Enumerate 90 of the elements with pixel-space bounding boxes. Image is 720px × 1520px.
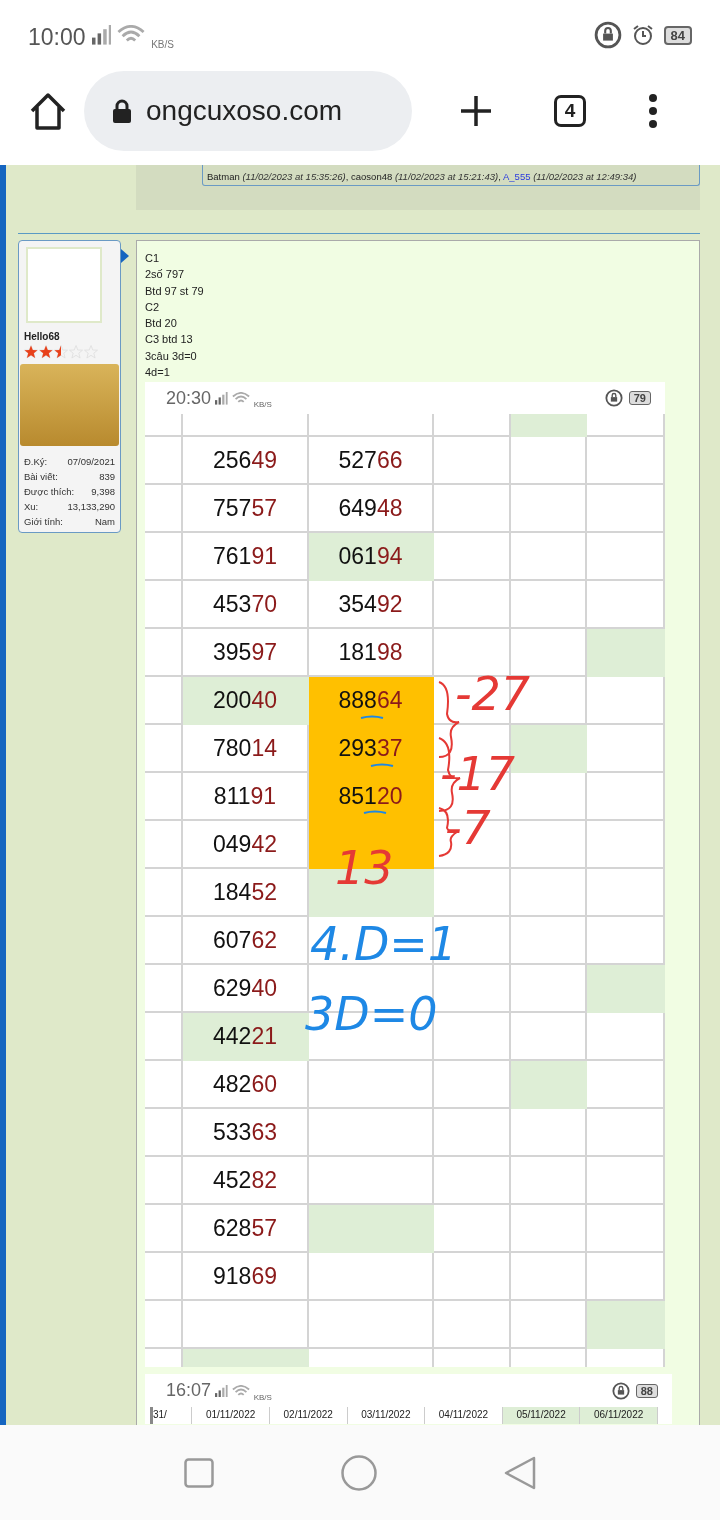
user-name: caoson48 — [351, 171, 393, 182]
table-cell-text: 91869 — [212, 1261, 278, 1291]
date-header: 05/11/2022 — [502, 1407, 581, 1425]
stat-label: Giới tính: — [24, 516, 63, 527]
status-time: 16:07 — [166, 1380, 212, 1402]
table-cell-text: 04942 — [212, 829, 278, 859]
underline-mark — [360, 715, 384, 721]
stat-label: Xu: — [24, 501, 39, 512]
table-cell-text: 18198 — [337, 637, 404, 667]
post-text-line: 2số 797 — [145, 267, 186, 283]
tab-count-button[interactable]: 4 — [554, 94, 586, 127]
handwritten-note: 4.D=1 — [310, 924, 458, 966]
underline-mark — [370, 763, 394, 769]
table-cell-text: 39597 — [212, 637, 278, 667]
menu-icon[interactable] — [648, 93, 658, 128]
pointer-arrow-icon — [121, 249, 129, 263]
stat-value: 9,398 — [91, 486, 115, 497]
table-cell-text: 62940 — [212, 973, 278, 1003]
stat-label: Được thích: — [24, 486, 75, 497]
stat-value: 13,133,290 — [67, 501, 115, 512]
signal-icon — [215, 1384, 228, 1398]
rotation-lock-icon — [604, 389, 623, 408]
like-time: (11/02/2023 at 15:35:26), — [242, 171, 349, 182]
stat-value: 07/09/2021 — [67, 456, 115, 467]
wifi-icon — [231, 1384, 250, 1398]
post-text-line: 4d=1 — [145, 365, 171, 381]
table-cell-text: 62857 — [212, 1213, 278, 1243]
handwritten-note: -27 — [455, 674, 531, 716]
post-text-line: C2 — [145, 299, 161, 315]
date-header: 01/11/2022 — [192, 1407, 270, 1425]
post-text-line: C3 btd 13 — [145, 332, 194, 348]
date-header: 04/11/2022 — [425, 1407, 503, 1425]
table-cell: 85120 — [309, 773, 434, 822]
table-cell-text: 35492 — [337, 589, 404, 619]
table-cell: 06194 — [309, 533, 434, 582]
post-text-line: C1 — [145, 251, 161, 266]
table-cell-text: 53363 — [212, 1117, 278, 1147]
post-text-line: Btd 20 — [145, 316, 178, 332]
network-speed-unit: KB/S — [253, 400, 272, 410]
table-cell-text: 81191 — [212, 781, 278, 811]
signal-icon — [91, 25, 112, 45]
back-icon[interactable] — [504, 1455, 537, 1490]
user-name: Batman — [207, 171, 240, 182]
battery-level: 84 — [663, 25, 692, 45]
lock-icon — [112, 98, 132, 123]
rotation-lock-icon — [611, 1381, 630, 1400]
stat-value: 839 — [99, 471, 115, 482]
underline-mark — [363, 810, 387, 816]
table-cell-text: 75757 — [212, 493, 278, 523]
like-time: (11/02/2023 at 15:21:43), — [394, 171, 501, 182]
table-cell-text: 52766 — [337, 445, 404, 475]
table-cell: 29337 — [309, 725, 434, 774]
stat-label: Bài viết: — [24, 471, 58, 482]
table-cell-text: 25649 — [212, 445, 278, 475]
stat-value: Nam — [94, 516, 115, 527]
table-cell-text: 45370 — [212, 589, 278, 619]
wifi-icon — [231, 392, 250, 405]
url-text: ongcuxoso.com — [146, 94, 343, 127]
like-time: (11/02/2023 at 12:49:34) — [533, 171, 637, 182]
table-cell-text: 76191 — [212, 541, 278, 571]
status-time: 20:30 — [166, 387, 212, 409]
table-cell-text: 64948 — [337, 493, 404, 523]
date-header: 02/11/2022 — [269, 1407, 348, 1425]
date-header: 03/11/2022 — [347, 1407, 426, 1425]
network-speed-unit: KB/S — [253, 1393, 272, 1403]
table-cell-text: 18452 — [212, 877, 278, 907]
recent-apps-icon[interactable] — [183, 1457, 214, 1488]
table-cell-text: 48260 — [212, 1069, 278, 1099]
signal-icon — [215, 392, 228, 405]
new-tab-icon[interactable] — [460, 94, 492, 127]
user-link[interactable]: A_555 — [503, 171, 531, 182]
rotation-lock-icon — [593, 21, 622, 49]
stat-label: Đ.Ký: — [24, 456, 48, 467]
date-header: 31/ — [153, 1407, 193, 1425]
table-cell-text: 78014 — [212, 733, 278, 763]
alarm-clock-icon — [631, 24, 654, 46]
date-header: 06/11/2022 — [580, 1407, 658, 1425]
table-cell-text: 45282 — [212, 1165, 278, 1195]
battery-level: 79 — [628, 391, 651, 406]
home-icon[interactable] — [28, 90, 68, 131]
post-text-line: Btd 97 st 79 — [145, 283, 205, 299]
table-cell: 20040 — [183, 677, 309, 726]
network-speed-unit: KB/S — [151, 39, 174, 50]
battery-level: 88 — [635, 1383, 658, 1398]
table-cell-text: 60762 — [212, 925, 278, 955]
address-bar[interactable]: ongcuxoso.com — [84, 70, 412, 151]
status-time: 10:00 — [28, 22, 86, 51]
post-text-line: 3câu 3d=0 — [145, 348, 198, 364]
username[interactable]: Hello68 — [24, 331, 115, 342]
table-cell: 88864 — [309, 677, 434, 726]
